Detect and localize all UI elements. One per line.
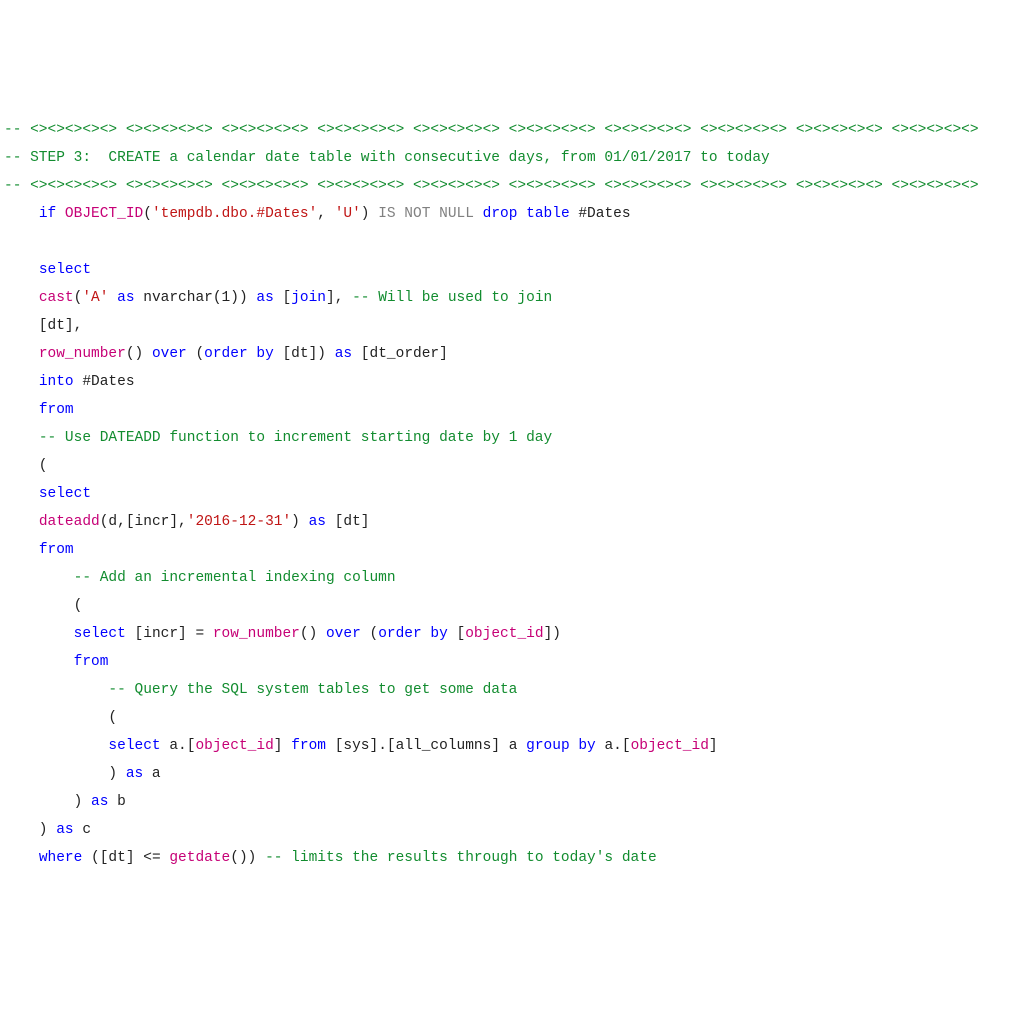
code-line [4,228,1020,256]
code-editor[interactable]: -- <><><><><> <><><><><> <><><><><> <><>… [4,116,1020,872]
code-line: ( [4,452,1020,480]
code-line: ) as c [4,816,1020,844]
code-line: select [4,256,1020,284]
code-line: ) as a [4,760,1020,788]
code-line: into #Dates [4,368,1020,396]
code-line: select [4,480,1020,508]
code-line: -- Add an incremental indexing column [4,564,1020,592]
code-line: -- Query the SQL system tables to get so… [4,676,1020,704]
code-line: [dt], [4,312,1020,340]
code-line: select a.[object_id] from [sys].[all_col… [4,732,1020,760]
code-line: row_number() over (order by [dt]) as [dt… [4,340,1020,368]
code-line: -- <><><><><> <><><><><> <><><><><> <><>… [4,116,1020,144]
code-line: ( [4,592,1020,620]
code-line: -- <><><><><> <><><><><> <><><><><> <><>… [4,172,1020,200]
code-line: ) as b [4,788,1020,816]
code-line: from [4,648,1020,676]
code-line: if OBJECT_ID('tempdb.dbo.#Dates', 'U') I… [4,200,1020,228]
code-line: where ([dt] <= getdate()) -- limits the … [4,844,1020,872]
code-line: from [4,396,1020,424]
code-line: select [incr] = row_number() over (order… [4,620,1020,648]
code-line: ( [4,704,1020,732]
code-line: cast('A' as nvarchar(1)) as [join], -- W… [4,284,1020,312]
code-line: dateadd(d,[incr],'2016-12-31') as [dt] [4,508,1020,536]
code-line: -- STEP 3: CREATE a calendar date table … [4,144,1020,172]
code-line: from [4,536,1020,564]
code-line: -- Use DATEADD function to increment sta… [4,424,1020,452]
